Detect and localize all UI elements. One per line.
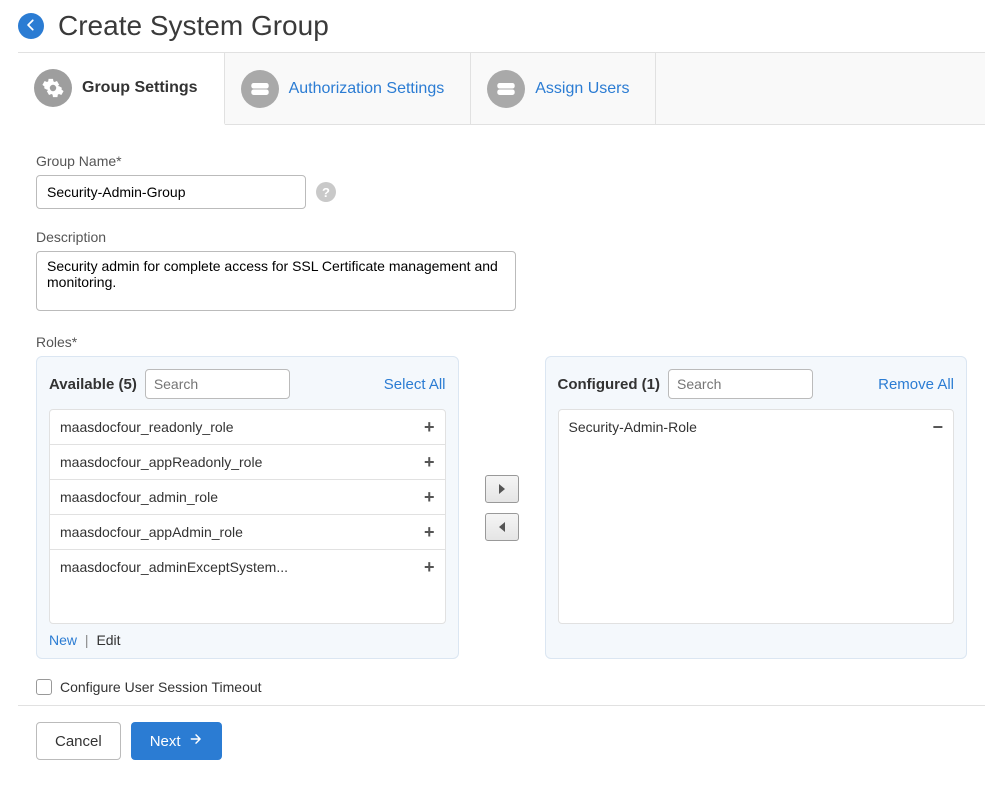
session-timeout-checkbox[interactable] [36,679,52,695]
group-name-input[interactable] [36,175,306,209]
next-button[interactable]: Next [131,722,222,760]
role-name: maasdocfour_adminExceptSystem... [60,559,288,575]
move-right-button[interactable] [485,475,519,503]
configured-title: Configured (1) [558,376,661,393]
role-name: Security-Admin-Role [569,419,697,435]
cancel-label: Cancel [55,733,102,750]
available-search-input[interactable] [145,369,290,399]
roles-label: Roles* [36,334,967,350]
add-icon[interactable]: + [424,558,435,576]
available-list: maasdocfour_readonly_role + maasdocfour_… [49,409,446,624]
back-button[interactable] [18,13,44,39]
available-roles-panel: Available (5) Select All maasdocfour_rea… [36,356,459,659]
configured-list: Security-Admin-Role − [558,409,955,624]
role-name: maasdocfour_appReadonly_role [60,454,262,470]
select-all-link[interactable]: Select All [384,376,446,393]
add-icon[interactable]: + [424,418,435,436]
add-icon[interactable]: + [424,523,435,541]
add-icon[interactable]: + [424,488,435,506]
chevron-right-icon [497,481,507,497]
group-name-label: Group Name* [36,153,967,169]
available-title: Available (5) [49,376,137,393]
tab-group-settings[interactable]: Group Settings [18,53,225,125]
role-name: maasdocfour_appAdmin_role [60,524,243,540]
list-item[interactable]: maasdocfour_readonly_role + [50,410,445,445]
session-timeout-label: Configure User Session Timeout [60,679,262,695]
server-icon [487,70,525,108]
back-arrow-icon [24,18,38,35]
configured-roles-panel: Configured (1) Remove All Security-Admin… [545,356,968,659]
list-item[interactable]: maasdocfour_adminExceptSystem... + [50,550,445,584]
list-item[interactable]: maasdocfour_appAdmin_role + [50,515,445,550]
arrow-right-icon [189,732,203,750]
remove-all-link[interactable]: Remove All [878,376,954,393]
add-icon[interactable]: + [424,453,435,471]
tab-label: Authorization Settings [289,80,445,98]
server-icon [241,70,279,108]
chevron-left-icon [497,519,507,535]
tab-label: Group Settings [82,79,198,97]
description-label: Description [36,229,967,245]
remove-icon[interactable]: − [932,418,943,436]
role-name: maasdocfour_admin_role [60,489,218,505]
next-label: Next [150,733,181,750]
description-input[interactable]: Security admin for complete access for S… [36,251,516,311]
role-name: maasdocfour_readonly_role [60,419,234,435]
separator: | [85,632,89,648]
tab-assign-users[interactable]: Assign Users [471,53,656,124]
gear-icon [34,69,72,107]
list-item[interactable]: maasdocfour_appReadonly_role + [50,445,445,480]
list-item[interactable]: Security-Admin-Role − [559,410,954,444]
tab-label: Assign Users [535,80,629,98]
page-title: Create System Group [58,10,329,42]
tab-authorization-settings[interactable]: Authorization Settings [225,53,472,124]
transfer-buttons [485,356,519,659]
move-left-button[interactable] [485,513,519,541]
configured-search-input[interactable] [668,369,813,399]
help-icon[interactable]: ? [316,182,336,202]
tab-bar: Group Settings Authorization Settings As… [18,52,985,125]
list-item[interactable]: maasdocfour_admin_role + [50,480,445,515]
edit-role-text: Edit [96,632,120,648]
new-role-link[interactable]: New [49,632,77,648]
cancel-button[interactable]: Cancel [36,722,121,760]
